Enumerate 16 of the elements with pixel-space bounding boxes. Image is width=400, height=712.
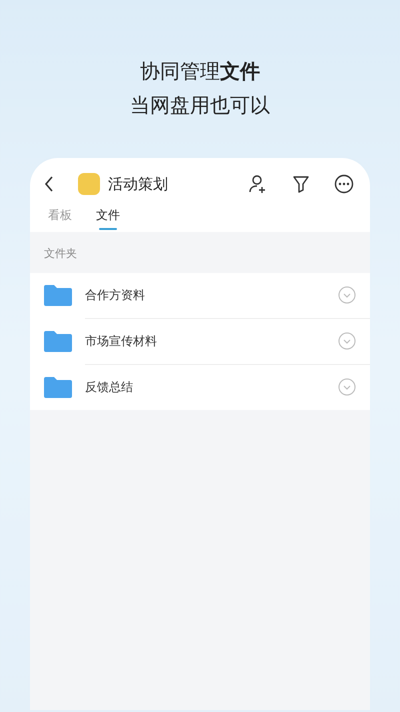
back-icon[interactable] (44, 176, 54, 192)
subheadline: 当网盘用也可以 (129, 92, 271, 119)
section-label: 文件夹 (43, 246, 78, 262)
folder-icon (44, 376, 72, 398)
more-icon[interactable] (334, 174, 354, 194)
page-title: 活动策划 (108, 174, 169, 195)
folder-name[interactable]: 反馈总结 (85, 378, 338, 396)
folder-name[interactable]: 市场宣传材料 (85, 332, 338, 350)
headline: 协同管理文件 (139, 58, 261, 85)
tab[interactable]: 文件 (96, 206, 120, 230)
folder-app-icon (78, 173, 100, 195)
add-member-icon[interactable] (248, 174, 268, 194)
folder-icon (44, 284, 72, 306)
filter-icon[interactable] (292, 175, 310, 193)
folder-name[interactable]: 合作方资料 (85, 286, 338, 304)
folder-icon (44, 330, 72, 352)
